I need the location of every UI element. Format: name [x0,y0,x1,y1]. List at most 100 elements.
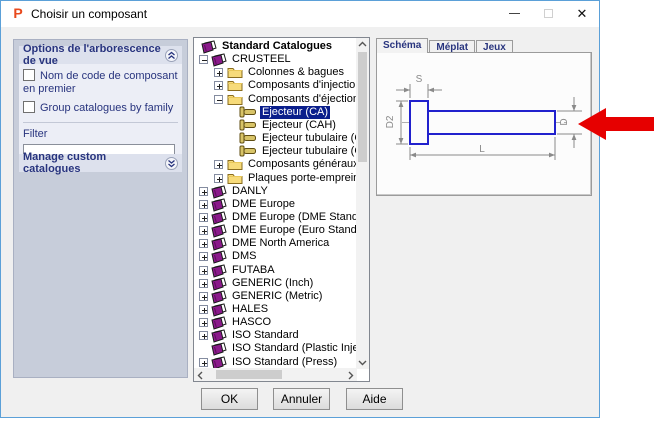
tree-expander[interactable] [199,331,208,341]
tree-item-label[interactable]: GENERIC (Inch) [230,277,315,290]
tree-item-label[interactable]: CRUSTEEL [230,53,293,66]
tree-expander[interactable] [199,55,208,65]
tree-expander[interactable] [214,81,223,91]
code-first-checkbox[interactable] [23,69,35,81]
tree-expander[interactable] [199,291,208,301]
tree-expander[interactable] [199,305,208,314]
manage-catalogues-title: Manage custom catalogues [23,151,107,175]
tree-expander[interactable] [199,357,208,367]
tree-item-label[interactable]: Ejecteur tubulaire (CSH) [260,145,357,158]
collapse-section-button[interactable] [165,48,178,62]
view-options-title: Options de l'arborescence de vue [23,43,161,67]
minimize-button[interactable] [497,1,531,27]
tree-expander[interactable] [199,226,208,236]
group-family-checkbox[interactable] [23,101,35,113]
manage-catalogues-section: Manage custom catalogues [19,151,182,175]
tree-item[interactable]: Plaques porte-empreinte ple [194,172,357,185]
tree-expander[interactable] [214,94,223,104]
tree-item-label[interactable]: Ejecteur (CAH) [260,119,338,132]
tree-item-label[interactable]: Composants d'éjection [246,93,357,106]
tree-item[interactable]: DME Europe [194,198,357,212]
scroll-left-icon[interactable] [197,371,204,380]
tree-expander[interactable] [199,265,208,275]
tree-item-label[interactable]: Ejecteur (CA) [260,105,331,119]
tree-item-label[interactable]: FUTABA [230,264,277,277]
maximize-icon [543,9,553,19]
folder-icon [227,81,243,92]
manage-catalogues-header[interactable]: Manage custom catalogues [19,151,182,175]
tree-item[interactable]: Composants généraux [194,158,357,171]
tree-item[interactable]: DME North America [194,237,357,251]
tree-expander[interactable] [199,318,208,328]
tree-item-label[interactable]: HASCO [230,316,273,329]
tree-item-label[interactable]: Composants d'injection [246,79,357,92]
tree-item-label[interactable]: Composants généraux [246,158,357,171]
tree-item-label[interactable]: HALES [230,303,270,316]
tree-item[interactable]: ISO Standard (Plastic Injection [194,342,357,357]
tree-item-label[interactable]: Standard Catalogues [220,40,334,53]
tree-horizontal-scrollbar[interactable] [194,368,357,381]
tree-expander[interactable] [199,186,208,196]
tree-item[interactable]: DANLY [194,185,357,199]
view-options-header[interactable]: Options de l'arborescence de vue [19,43,182,67]
dim-arrow [428,87,434,93]
expand-plus-icon [202,281,207,287]
tree-item-label[interactable]: Plaques porte-empreinte ple [246,172,357,185]
tree-vertical-scrollbar[interactable] [356,38,369,369]
tree-item[interactable]: DMS [194,250,357,265]
tree-item[interactable]: Ejecteur (CAH) [194,119,357,132]
tree-item[interactable]: ISO Standard (Press) [194,356,357,368]
tree-item-label[interactable]: DME North America [230,237,331,250]
tree-expander[interactable] [199,199,208,209]
scroll-down-icon[interactable] [358,359,367,366]
tree-item-label[interactable]: DANLY [230,185,270,198]
tree-item[interactable]: DME Europe (Euro Standard) [194,224,357,238]
help-button[interactable]: Aide [346,388,403,410]
tree-expander[interactable] [199,212,208,222]
expand-plus-icon [217,71,222,77]
tree-item[interactable]: HASCO [194,316,357,330]
tree-item[interactable]: Ejecteur tubulaire (CSH) [194,145,357,158]
horizontal-scroll-thumb[interactable] [216,370,282,379]
ok-button[interactable]: OK [201,388,258,410]
cancel-button[interactable]: Annuler [273,388,330,410]
close-button[interactable]: ✕ [565,1,599,27]
expand-section-button[interactable] [165,156,178,170]
title-bar[interactable]: P Choisir un composant ✕ [1,1,599,27]
tree-item[interactable]: Colonnes & bagues [194,66,357,79]
tree-item[interactable]: Ejecteur tubulaire (CS) [194,132,357,145]
tree-item[interactable]: GENERIC (Inch) [194,277,357,291]
tree-item[interactable]: GENERIC (Metric) [194,290,357,304]
tree-expander[interactable] [199,239,208,249]
tree-item-label[interactable]: Ejecteur tubulaire (CS) [260,132,357,145]
scroll-up-icon[interactable] [358,41,367,48]
scroll-right-icon[interactable] [347,371,354,380]
tree-item-label[interactable]: ISO Standard (Press) [230,356,339,368]
tree-item[interactable]: Standard Catalogues [194,40,357,54]
tree-item[interactable]: Composants d'injection [194,79,357,92]
tree-item[interactable]: Ejecteur (CA) [194,105,357,119]
tree-item-label[interactable]: GENERIC (Metric) [230,290,324,303]
tree-item-label[interactable]: DME Europe (DME Standard) [230,211,357,224]
tree-item-label[interactable]: Colonnes & bagues [246,66,346,79]
tree-item[interactable]: ISO Standard [194,329,357,343]
tree-expander[interactable] [199,278,208,288]
tree-expander[interactable] [214,173,223,183]
tree-item[interactable]: HALES [194,303,357,317]
catalogue-book-icon [211,211,227,225]
vertical-scroll-thumb[interactable] [358,52,367,162]
tree-expander[interactable] [199,252,208,262]
tree-item-label[interactable]: DME Europe [230,198,297,211]
tab-sch-ma[interactable]: Schéma [376,38,429,53]
tree-item-label[interactable]: ISO Standard [230,329,301,342]
tree-item[interactable]: Composants d'éjection [194,93,357,106]
tree-expander[interactable] [214,68,223,78]
tree-item-label[interactable]: DMS [230,250,258,263]
tree-item[interactable]: DME Europe (DME Standard) [194,211,357,225]
tree-item[interactable]: CRUSTEEL [194,53,357,67]
tree-item-label[interactable]: ISO Standard (Plastic Injection [230,342,357,355]
tree-expander[interactable] [214,160,223,170]
ejector-pin-icon [239,119,256,131]
tree-item[interactable]: FUTABA [194,264,357,278]
tree-item-label[interactable]: DME Europe (Euro Standard) [230,224,357,237]
